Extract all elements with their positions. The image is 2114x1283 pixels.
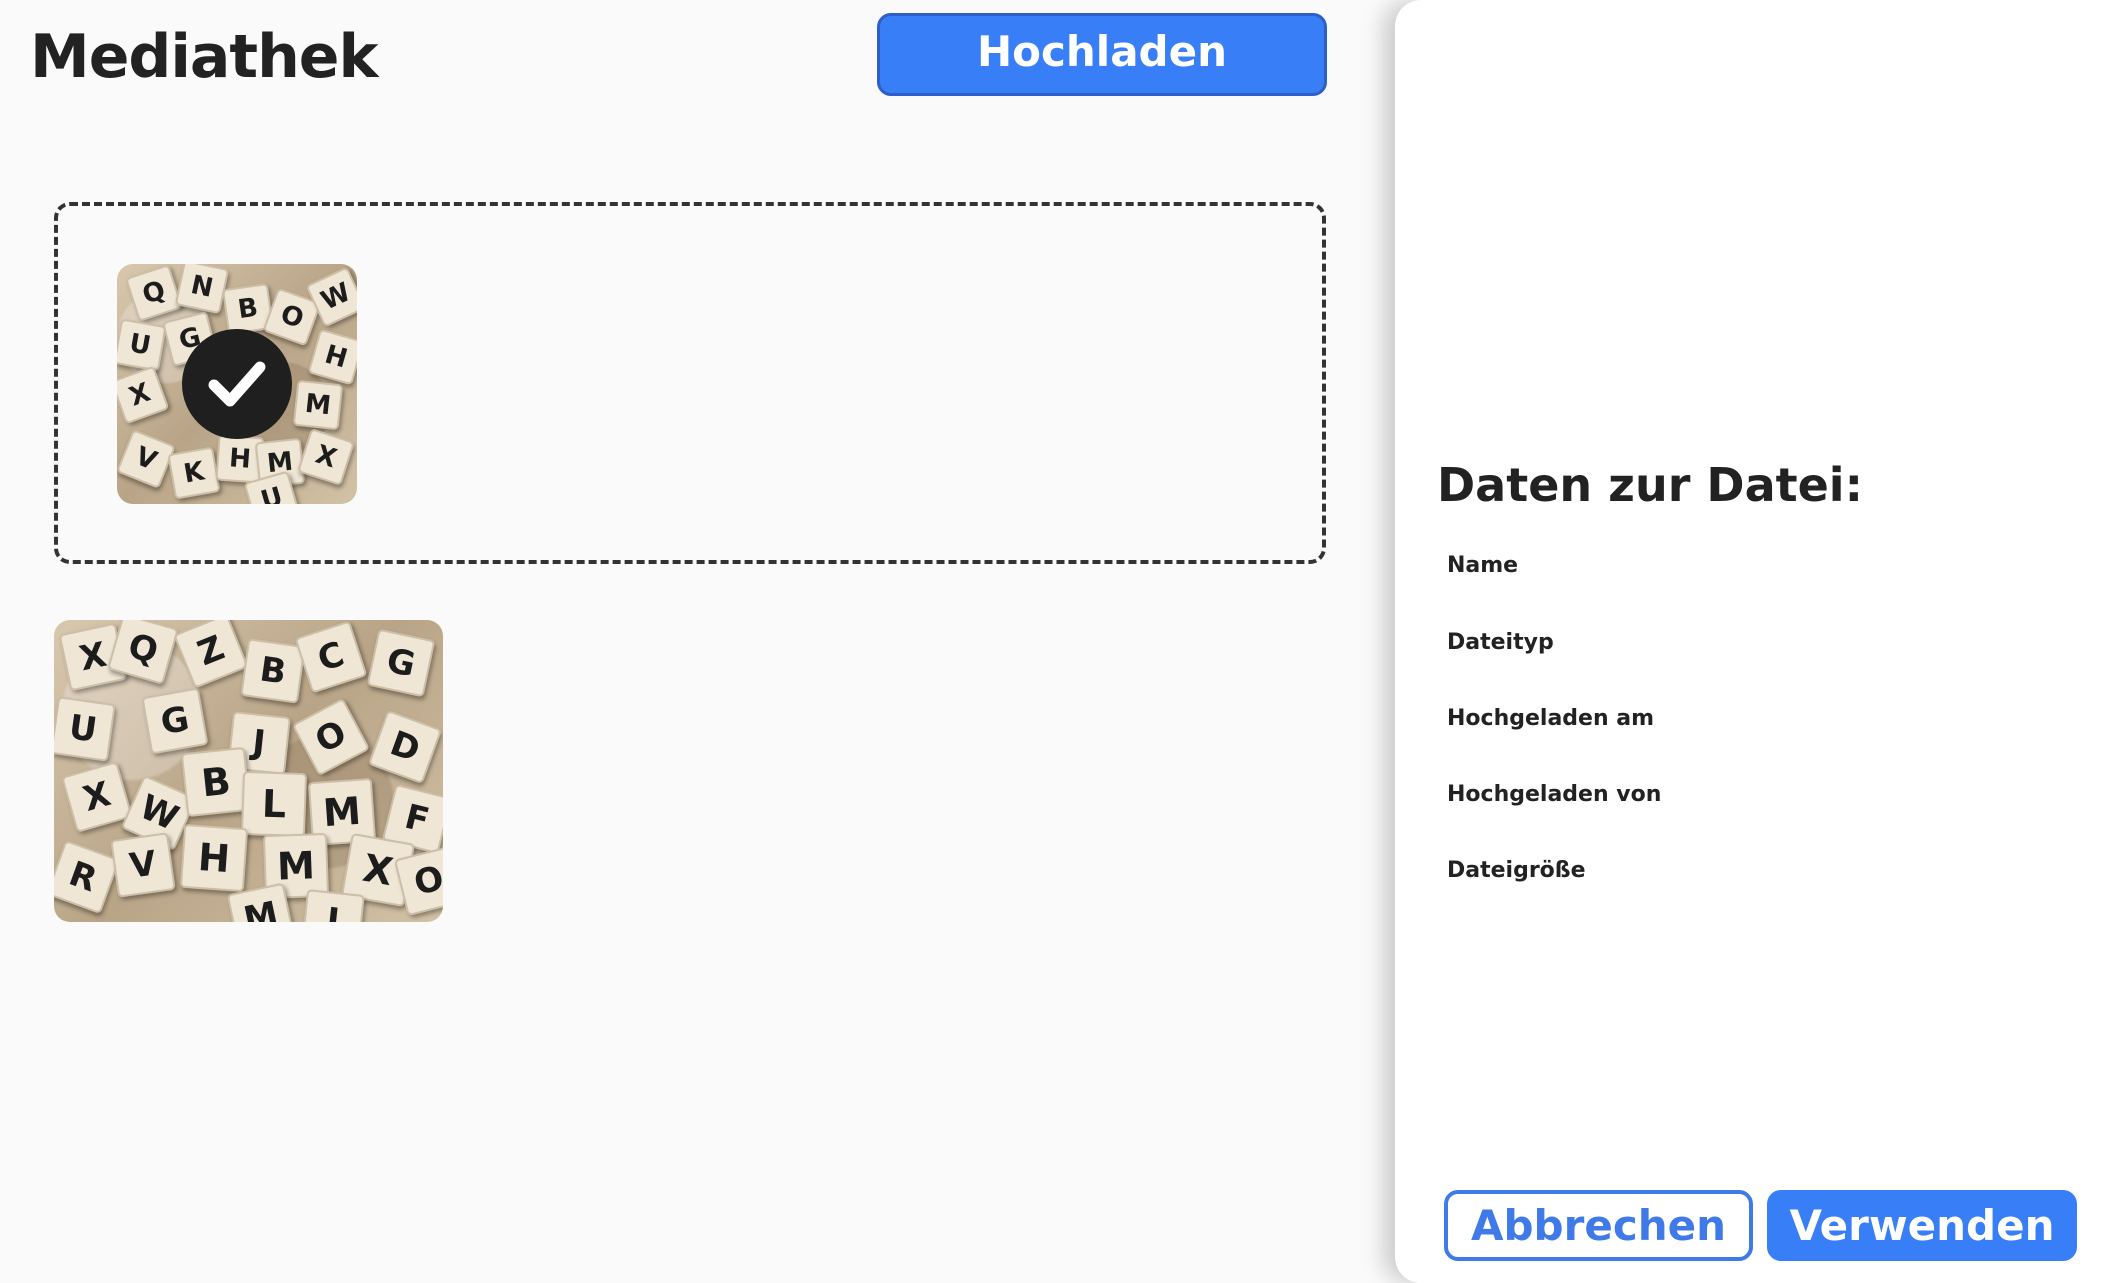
upload-button[interactable]: Hochladen	[877, 13, 1327, 96]
file-details-panel: Daten zur Datei: Name Dateityp Hochgelad…	[1395, 0, 2114, 1283]
field-label-name: Name	[1447, 553, 1519, 578]
details-title: Daten zur Datei:	[1437, 458, 1863, 512]
media-library-app: Mediathek Hochladen Q N B O W U G H X M …	[0, 0, 2114, 1283]
media-image-thumbnail[interactable]: X Q Z B C G U G J O D X W B L M F R V H …	[54, 620, 443, 922]
selected-image-thumbnail[interactable]: Q N B O W U G H X M V K H M X U	[117, 264, 357, 504]
field-label-uploaded-by: Hochgeladen von	[1447, 782, 1662, 807]
use-button[interactable]: Verwenden	[1767, 1190, 2077, 1261]
field-label-filetype: Dateityp	[1447, 630, 1554, 655]
cancel-button[interactable]: Abbrechen	[1444, 1190, 1753, 1261]
page-title: Mediathek	[30, 22, 378, 92]
selected-check-icon	[182, 329, 292, 439]
field-label-uploaded-at: Hochgeladen am	[1447, 706, 1655, 731]
field-label-filesize: Dateigröße	[1447, 858, 1586, 883]
